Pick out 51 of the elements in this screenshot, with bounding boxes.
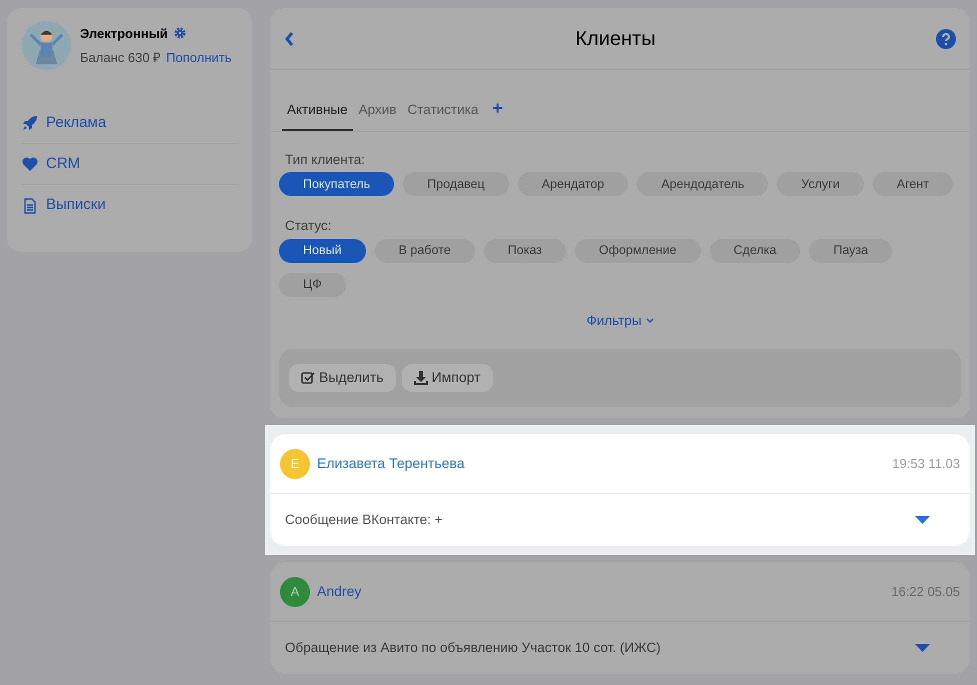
filter-chip[interactable]: Показ	[484, 238, 566, 262]
checkbox-icon	[301, 370, 315, 385]
filter-chip[interactable]: Новый	[279, 238, 366, 262]
tab[interactable]: Статистика	[402, 91, 484, 131]
filter-chip[interactable]: Арендодатель	[637, 172, 768, 196]
help-icon[interactable]	[936, 28, 956, 48]
client-card[interactable]: Е Елизавета Терентьева 19:53 11.03 Сообщение ВКонтакте: +	[270, 434, 970, 546]
top-up-link[interactable]: Пополнить	[166, 48, 232, 68]
rocket-icon	[22, 115, 38, 131]
client-message: Обращение из Авито по объявлению Участок 10 сот. (ИЖС)	[285, 638, 661, 657]
balance-text: Баланс 630 ₽	[80, 49, 162, 67]
section-label: Статус:	[284, 217, 332, 236]
caret-icon[interactable]	[915, 644, 930, 652]
filter-chip[interactable]: Покупатель	[279, 172, 394, 196]
page-title: Клиенты	[574, 26, 657, 52]
add-tab-button[interactable]: +	[484, 91, 511, 131]
section-label: Тип клиента:	[284, 151, 366, 169]
client-name[interactable]: Andrey	[317, 581, 362, 602]
filter-chip[interactable]: Оформление	[574, 238, 701, 262]
client-time: 16:22 05.05	[891, 582, 960, 601]
filter-chip[interactable]: Пауза	[809, 238, 892, 262]
filter-chip[interactable]: ЦФ	[279, 272, 346, 296]
client-time: 19:53 11.03	[892, 454, 960, 473]
caret-icon[interactable]	[915, 516, 930, 524]
filter-chip[interactable]: Сделка	[710, 238, 800, 262]
sidebar-item[interactable]: CRM	[22, 144, 237, 185]
document-icon	[22, 198, 38, 214]
filters-link[interactable]: Фильтры	[586, 310, 654, 331]
heart-icon	[22, 156, 38, 172]
sidebar-item[interactable]: Реклама	[22, 103, 237, 144]
chevron-icon	[646, 318, 654, 324]
action-button[interactable]: Выделить	[289, 364, 396, 392]
filter-chip[interactable]: Услуги	[777, 172, 864, 196]
sidebar-item[interactable]: Выписки	[22, 185, 237, 226]
client-avatar: Е	[280, 448, 310, 478]
client-message: Сообщение ВКонтакте: +	[285, 510, 443, 529]
account-name: Электронный	[80, 24, 168, 43]
client-card[interactable]: A Andrey 16:22 05.05 Обращение из Авито по объявлению Участок 10 сот. (ИЖС)	[270, 562, 970, 674]
action-button[interactable]: Импорт	[402, 364, 493, 392]
filter-chip[interactable]: В работе	[374, 238, 475, 262]
settings-icon[interactable]	[174, 27, 186, 40]
filter-chip[interactable]: Продавец	[403, 172, 509, 196]
filter-chip[interactable]: Арендатор	[518, 172, 628, 196]
client-name[interactable]: Елизавета Терентьева	[317, 453, 464, 474]
tab[interactable]: Архив	[354, 91, 402, 131]
download-icon	[414, 370, 428, 385]
avatar-icon	[22, 21, 71, 70]
filter-chip[interactable]: Агент	[872, 172, 953, 196]
back-icon[interactable]	[284, 32, 295, 46]
tab[interactable]: Активные	[282, 91, 353, 131]
client-avatar: A	[280, 576, 310, 606]
